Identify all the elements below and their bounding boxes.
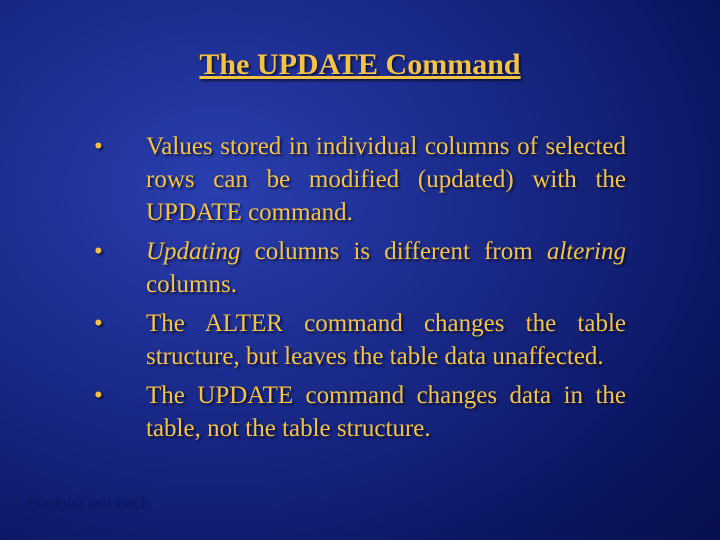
bullet-text-4: The UPDATE command changes data in the t… — [146, 379, 626, 445]
bullet-2-em1: Updating — [146, 238, 240, 265]
bullet-text-3: The ALTER command changes the table stru… — [146, 307, 626, 373]
bullet-item-3: • The ALTER command changes the table st… — [94, 307, 626, 373]
slide: The UPDATE Command • Values stored in in… — [0, 0, 720, 540]
bullet-item-1: • Values stored in individual columns of… — [94, 130, 626, 229]
bullet-icon: • — [94, 307, 146, 340]
bullet-item-4: • The UPDATE command changes data in the… — [94, 379, 626, 445]
bullet-2-post: columns. — [146, 271, 237, 298]
bullet-text-2: Updating columns is different from alter… — [146, 235, 626, 301]
bullet-icon: • — [94, 130, 146, 163]
slide-title: The UPDATE Command — [64, 48, 656, 82]
footer-credit: Bordoloi and Bock — [26, 494, 148, 512]
bullet-2-mid: columns is different from — [240, 238, 546, 265]
bullet-list: • Values stored in individual columns of… — [94, 130, 626, 445]
bullet-icon: • — [94, 379, 146, 412]
bullet-icon: • — [94, 235, 146, 268]
bullet-text-1: Values stored in individual columns of s… — [146, 130, 626, 229]
bullet-item-2: • Updating columns is different from alt… — [94, 235, 626, 301]
bullet-2-em2: altering — [547, 238, 626, 265]
